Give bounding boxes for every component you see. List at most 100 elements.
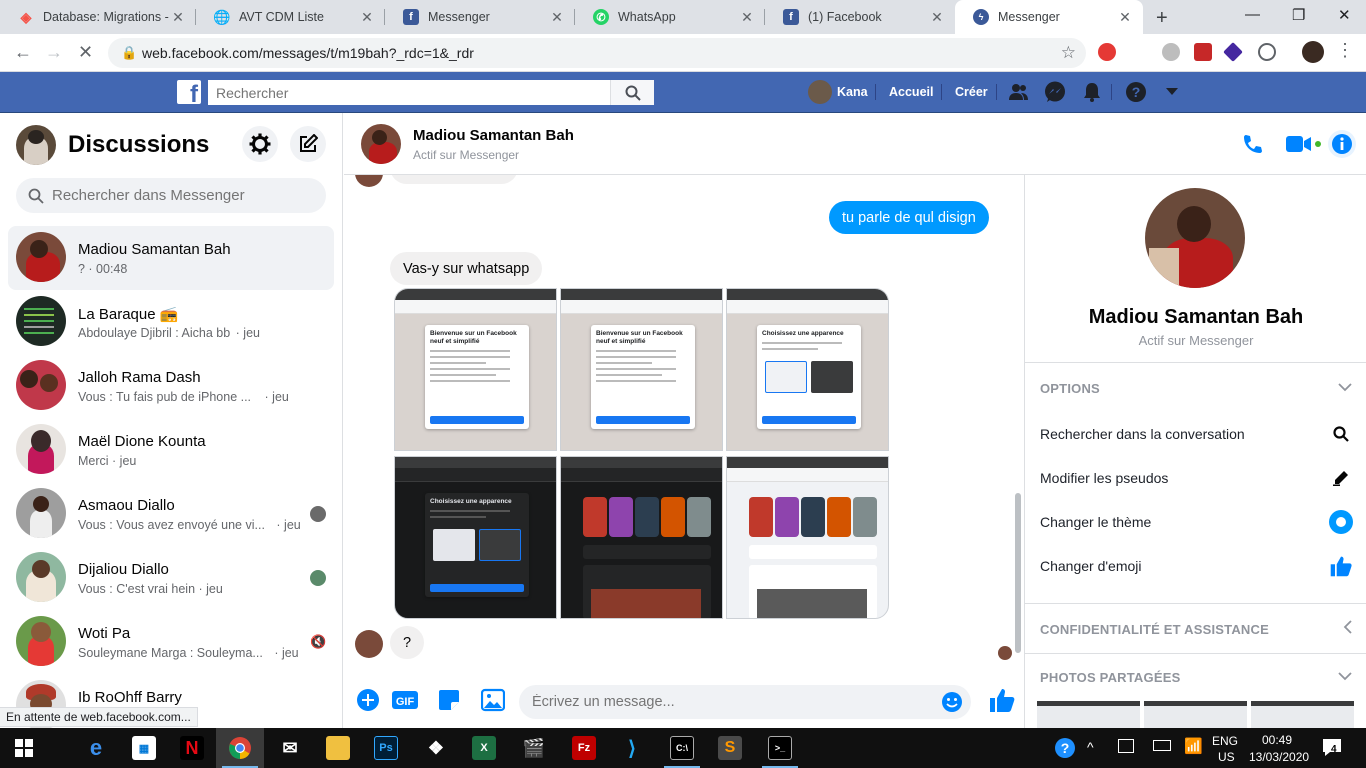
option-search-conversation[interactable]: Rechercher dans la conversation [1040,419,1355,449]
chevron-down-icon[interactable] [1338,379,1352,395]
browser-tab[interactable]: f (1) Facebook ✕ [765,0,955,34]
extension-icon[interactable] [1258,43,1276,61]
option-change-theme[interactable]: Changer le thème [1040,507,1355,537]
menu-kebab-icon[interactable]: ⋮ [1336,40,1354,61]
home-link[interactable]: Accueil [889,85,933,99]
message-input[interactable] [519,685,919,719]
shared-image[interactable]: Choisissez une apparence [394,456,557,619]
taskbar-explorer[interactable] [314,728,362,768]
taskbar-excel[interactable]: X [460,728,508,768]
create-link[interactable]: Créer [955,85,988,99]
privacy-section-header[interactable]: CONFIDENTIALITÉ ET ASSISTANCE [1040,622,1269,637]
taskbar-dropbox[interactable]: ❖ [412,728,460,768]
message-bubble-incoming[interactable]: Vas-y sur whatsapp [390,252,543,285]
message-bubble-incoming[interactable]: ? [390,626,425,659]
url-text[interactable]: web.facebook.com/messages/t/m19bah?_rdc=… [142,45,474,61]
messenger-icon[interactable] [1044,81,1066,103]
voice-call-button[interactable] [1242,133,1264,160]
clock-date[interactable]: 13/03/2020 [1249,750,1309,764]
conversation-item[interactable]: Dijaliou Diallo Vous : C'est vrai hein ·… [8,546,334,610]
conversation-item[interactable]: Madiou Samantan Bah ? · 00:48 [8,226,334,290]
taskbar-mail[interactable]: ✉ [266,728,314,768]
browser-tab[interactable]: 🌐 AVT CDM Liste ✕ [196,0,385,34]
maximize-icon[interactable]: ❐ [1292,6,1305,24]
chevron-up-icon[interactable]: ^ [1087,739,1094,755]
facebook-search[interactable] [208,80,654,105]
adblock-icon[interactable] [1194,43,1212,61]
close-tab-icon[interactable]: ✕ [170,9,186,26]
extension-icon[interactable] [1223,42,1243,62]
account-menu-caret-icon[interactable] [1161,81,1183,103]
shared-image[interactable]: Choisissez une apparence [726,288,889,451]
back-icon[interactable]: ← [14,42,32,63]
browser-tab-active[interactable]: ϟ Messenger ✕ [955,0,1143,34]
region-indicator[interactable]: US [1218,750,1235,764]
sticker-icon[interactable] [437,688,461,712]
thumbs-up-icon[interactable] [988,686,1016,714]
taskbar-edge[interactable]: e [72,728,120,768]
extension-icon[interactable] [1162,43,1180,61]
taskbar-store[interactable]: ▦ [120,728,168,768]
shared-photo-thumbnail[interactable] [1144,701,1247,728]
gif-icon[interactable]: GIF [392,688,418,712]
messenger-search-input[interactable] [52,178,312,213]
scrollbar-thumb[interactable] [1015,493,1021,653]
facebook-logo-icon[interactable]: f [177,80,201,104]
bookmark-star-icon[interactable]: ☆ [1061,43,1076,63]
message-input-box[interactable] [519,685,971,719]
conversation-item[interactable]: Jalloh Rama Dash Vous : Tu fais pub de i… [8,354,334,418]
facebook-search-input[interactable] [208,80,608,105]
shared-image[interactable]: Bienvenue sur un Facebook neuf et simpli… [394,288,557,451]
shared-image[interactable]: Bienvenue sur un Facebook neuf et simpli… [560,288,723,451]
settings-button[interactable] [242,126,278,162]
options-section-header[interactable]: OPTIONS [1040,381,1100,396]
taskbar-photoshop[interactable]: Ps [362,728,410,768]
close-tab-icon[interactable]: ✕ [739,9,755,26]
browser-tab[interactable]: f Messenger ✕ [385,0,575,34]
notification-tray-icon[interactable] [1118,739,1134,753]
help-icon[interactable]: ? [1125,81,1147,103]
avatar[interactable] [808,80,832,104]
photo-icon[interactable] [481,688,505,712]
video-call-button[interactable] [1286,135,1312,158]
conversation-info-button[interactable] [1328,130,1356,158]
wifi-icon[interactable]: 📶 [1184,737,1203,755]
taskbar-netflix[interactable]: N [168,728,216,768]
taskbar-vscode[interactable]: ⟩ [608,728,656,768]
taskbar-terminal[interactable]: >_ [756,728,804,768]
add-more-icon[interactable] [356,688,380,712]
option-edit-nicknames[interactable]: Modifier les pseudos [1040,463,1355,493]
browser-tab[interactable]: ✆ WhatsApp ✕ [575,0,765,34]
stop-loading-icon[interactable]: ✕ [78,42,93,63]
conversation-item[interactable]: Maël Dione Kounta Merci · jeu [8,418,334,482]
close-tab-icon[interactable]: ✕ [929,9,945,26]
chat-contact-name[interactable]: Madiou Samantan Bah [413,127,574,144]
avatar[interactable] [1145,188,1245,288]
new-message-button[interactable] [290,126,326,162]
search-button[interactable] [610,80,654,105]
close-tab-icon[interactable]: ✕ [1117,9,1133,26]
conversation-item[interactable]: La Baraque 📻 Abdoulaye Djibril : Aicha b… [8,290,334,354]
taskbar-filezilla[interactable]: Fz [560,728,608,768]
avatar[interactable] [361,124,401,164]
taskbar-video-editor[interactable]: 🎬 [510,728,558,768]
avatar[interactable] [16,125,56,165]
minimize-icon[interactable]: — [1245,6,1260,23]
taskbar-sublime[interactable]: S [706,728,754,768]
start-button[interactable] [0,728,48,768]
shared-image[interactable] [560,456,723,619]
notifications-bell-icon[interactable] [1081,81,1103,103]
address-bar[interactable]: 🔒 web.facebook.com/messages/t/m19bah?_rd… [108,38,1086,68]
taskbar-cmd[interactable]: C:\ [658,728,706,768]
extension-icon[interactable] [1098,43,1116,61]
shared-photo-thumbnail[interactable] [1037,701,1140,728]
message-bubble-outgoing[interactable]: tu parle de qul disign [829,201,989,234]
language-indicator[interactable]: ENG [1212,734,1238,748]
action-center-button[interactable]: 4 [1322,737,1346,759]
conversation-item[interactable]: Asmaou Diallo Vous : Vous avez envoyé un… [8,482,334,546]
conversation-item[interactable]: Woti Pa Souleymane Marga : Souleyma... ·… [8,610,334,674]
taskbar-chrome[interactable] [216,728,264,768]
close-window-icon[interactable]: ✕ [1338,6,1351,24]
help-tray-icon[interactable]: ? [1054,737,1076,762]
close-tab-icon[interactable]: ✕ [359,9,375,26]
